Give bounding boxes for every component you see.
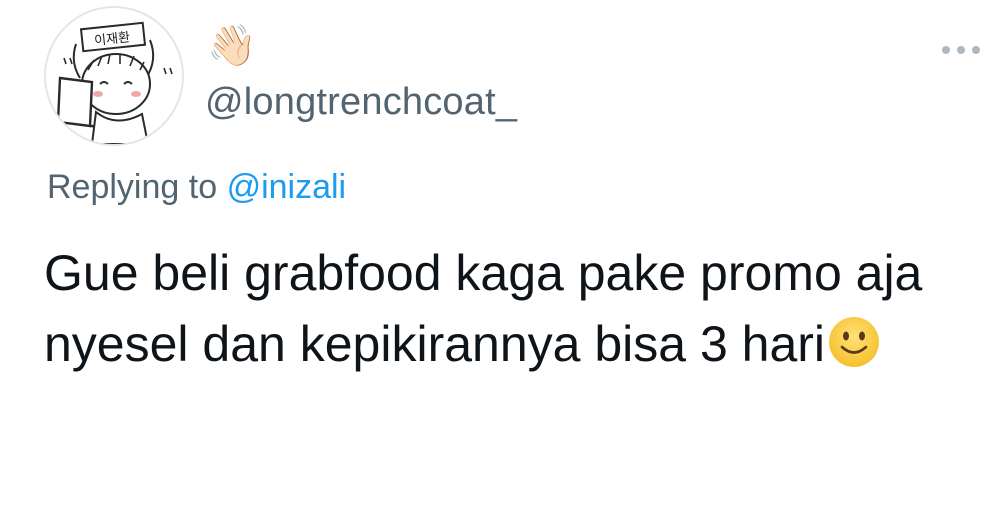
reply-mention-link[interactable]: @inizali: [227, 168, 347, 206]
display-name[interactable]: 👋🏻: [207, 22, 257, 70]
more-horizontal-icon-dot: [972, 46, 980, 54]
more-options-button[interactable]: [936, 30, 986, 70]
replying-to-label: Replying to: [47, 168, 218, 206]
replying-to: Replying to @inizali: [47, 164, 346, 210]
more-horizontal-icon-dot: [957, 46, 965, 54]
tweet: 이재환 👋🏻 @longtrenchcoat_ Replying to @ini…: [0, 0, 1000, 515]
more-horizontal-icon: [942, 46, 950, 54]
avatar-illustration: 이재환: [56, 21, 173, 144]
slightly-smiling-face-icon: [829, 317, 880, 367]
tweet-body: Gue beli grabfood kaga pake promo aja ny…: [44, 245, 923, 372]
avatar[interactable]: 이재환: [44, 6, 184, 146]
user-handle[interactable]: @longtrenchcoat_: [205, 78, 517, 126]
tweet-text: Gue beli grabfood kaga pake promo aja ny…: [44, 238, 974, 380]
